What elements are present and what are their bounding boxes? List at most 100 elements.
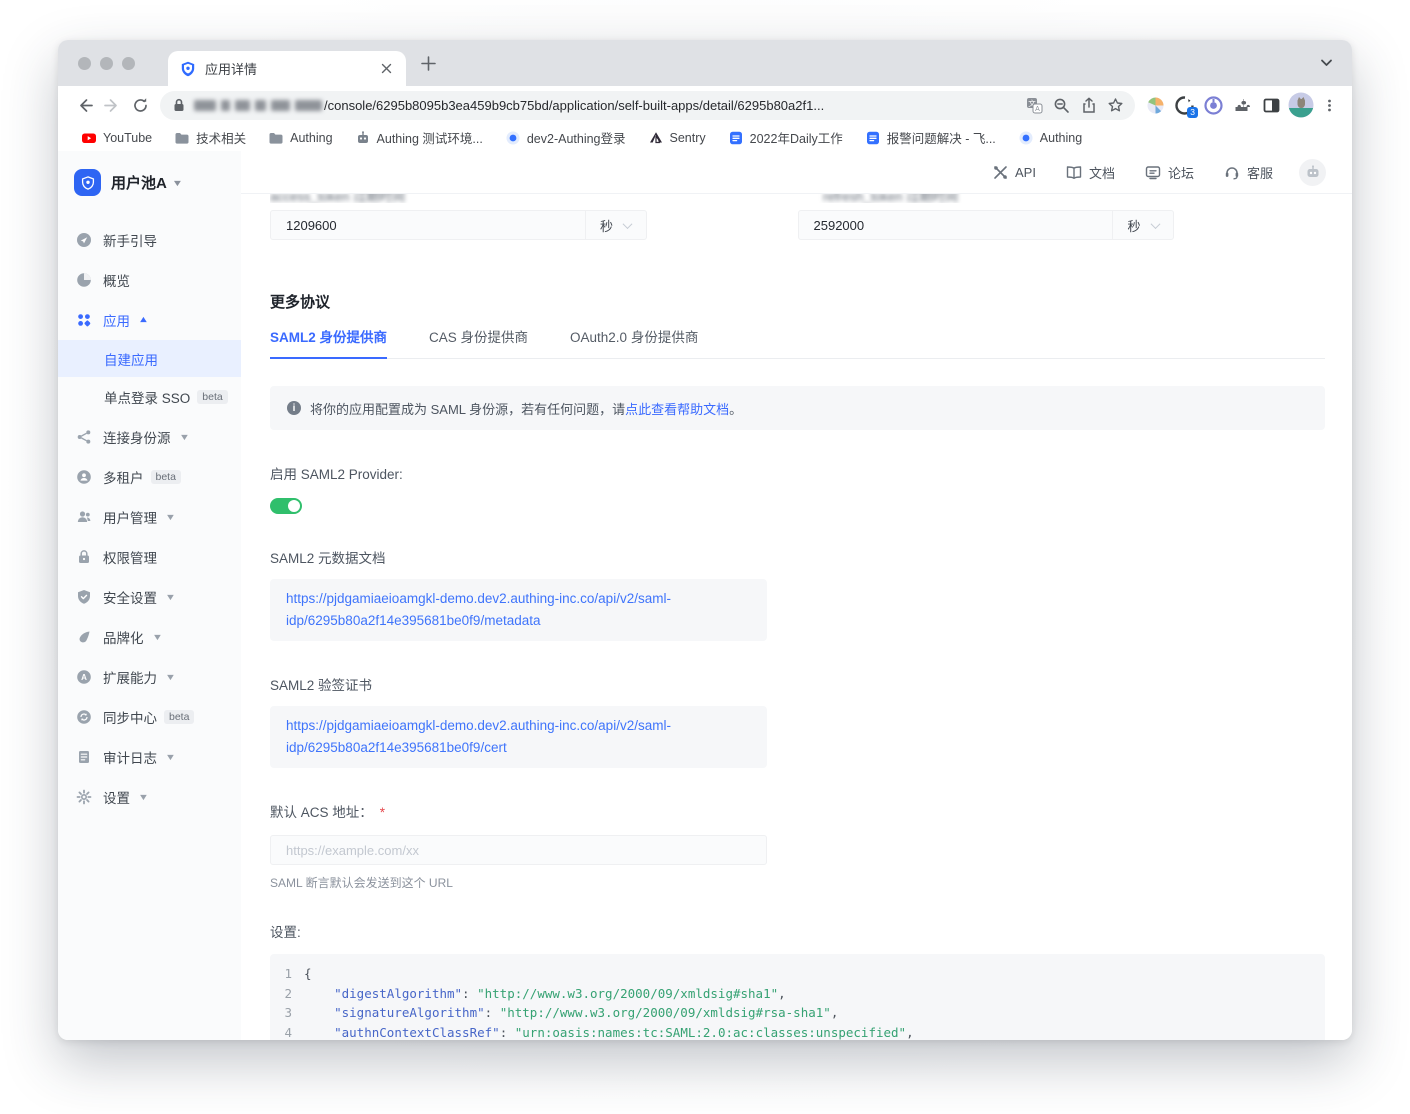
browser-tab[interactable]: 应用详情: [168, 51, 406, 86]
bookmark-item[interactable]: dev2-Authing登录: [494, 126, 637, 150]
side-panel-icon[interactable]: [1257, 91, 1286, 119]
support-icon: [1224, 165, 1240, 180]
window-zoom-button[interactable]: [122, 57, 135, 70]
bookmark-item[interactable]: Authing: [257, 126, 343, 150]
bookmark-label: Authing 测试环境...: [377, 128, 483, 147]
unit-select[interactable]: 秒: [1112, 211, 1173, 239]
sidebar-item[interactable]: 应用 ▼: [58, 300, 241, 340]
sidebar-item[interactable]: 新手引导: [58, 220, 241, 260]
bookmarks-bar: YouTube 技术相关 Authing Authing 测试环境...: [58, 124, 1352, 151]
settings-code-editor[interactable]: 1 { 2 "digestAlgorithm": "http://www.w3.…: [270, 954, 1325, 1040]
sidebar-item[interactable]: 设置 ▼: [58, 777, 241, 817]
sidebar-item-label: 新手引导: [103, 230, 157, 250]
sidebar-item[interactable]: 权限管理: [58, 537, 241, 577]
back-button[interactable]: [70, 91, 98, 119]
acs-url-input[interactable]: [270, 835, 767, 865]
cert-url-box[interactable]: https://pjdgamiaeioamgkl-demo.dev2.authi…: [270, 706, 767, 768]
window-minimize-button[interactable]: [100, 57, 113, 70]
extensions-puzzle-icon[interactable]: [1228, 91, 1257, 119]
new-tab-button[interactable]: [420, 55, 437, 72]
token-expire-input[interactable]: [271, 211, 585, 239]
required-asterisk: *: [380, 805, 385, 820]
sidebar-item[interactable]: 用户管理 ▼: [58, 497, 241, 537]
api-icon: [993, 165, 1008, 180]
token-expire-input[interactable]: [799, 211, 1113, 239]
workspace-switcher[interactable]: 用户池A ▼: [58, 169, 241, 196]
sidebar-item[interactable]: 多租户 beta: [58, 457, 241, 497]
browser-profile-avatar[interactable]: [1286, 91, 1315, 119]
forward-button[interactable]: [98, 91, 126, 119]
bookmark-item[interactable]: 技术相关: [163, 126, 257, 150]
metadata-url-box[interactable]: https://pjdgamiaeioamgkl-demo.dev2.authi…: [270, 579, 767, 641]
topbar-link[interactable]: API: [993, 163, 1036, 182]
bookmark-item[interactable]: YouTube: [70, 126, 163, 150]
help-doc-link[interactable]: 点此查看帮助文档: [625, 399, 729, 418]
enable-saml2-label: 启用 SAML2 Provider:: [270, 463, 1325, 483]
chevron-icon: ▼: [138, 315, 149, 325]
svg-text:A: A: [1035, 106, 1040, 113]
extension-compass-icon[interactable]: [1199, 91, 1228, 119]
acs-label-row: 默认 ACS 地址：*: [270, 801, 1325, 821]
protocol-tab[interactable]: OAuth2.0 身份提供商: [570, 326, 698, 358]
line-number: 3: [278, 1003, 292, 1023]
bookmark-item[interactable]: 2022年Daily工作: [717, 126, 854, 150]
sidebar-item-label: 审计日志: [103, 747, 157, 767]
url-text: /console/6295b8095b3ea459b9cb75bd/applic…: [324, 98, 824, 113]
beta-badge: beta: [197, 390, 227, 405]
sidebar-item[interactable]: 审计日志 ▼: [58, 737, 241, 777]
protocol-tab[interactable]: SAML2 身份提供商: [270, 326, 387, 358]
bluedoc-icon: [728, 130, 744, 146]
bookmark-item[interactable]: Authing: [1007, 126, 1093, 150]
protocol-tab[interactable]: CAS 身份提供商: [429, 326, 528, 358]
bookmark-label: Authing: [290, 131, 332, 145]
bookmark-item[interactable]: Authing 测试环境...: [344, 126, 494, 150]
line-number: 4: [278, 1023, 292, 1041]
sidebar-item[interactable]: 品牌化 ▼: [58, 617, 241, 657]
folder-icon: [268, 130, 284, 146]
saml2-provider-toggle[interactable]: [270, 498, 302, 514]
browser-toolbar: /console/6295b8095b3ea459b9cb75bd/applic…: [58, 86, 1352, 124]
user-avatar[interactable]: [1299, 159, 1326, 186]
sidebar-item[interactable]: 自建应用: [58, 340, 241, 377]
extension-updates-icon[interactable]: 3: [1170, 91, 1199, 119]
sidebar-item[interactable]: 连接身份源 ▼: [58, 417, 241, 457]
line-number: 2: [278, 984, 292, 1004]
bookmark-item[interactable]: Sentry: [637, 126, 717, 150]
line-number: 1: [278, 964, 292, 984]
topbar-link[interactable]: 文档: [1066, 163, 1115, 182]
sidebar-item[interactable]: 安全设置 ▼: [58, 577, 241, 617]
bookmark-star-icon[interactable]: [1102, 92, 1129, 119]
address-bar[interactable]: /console/6295b8095b3ea459b9cb75bd/applic…: [160, 91, 1135, 120]
sidebar-item[interactable]: A 扩展能力 ▼: [58, 657, 241, 697]
topbar-link[interactable]: 论坛: [1145, 163, 1194, 182]
sidebar-item-label: 多租户: [103, 467, 144, 487]
info-alert: i 将你的应用配置成为 SAML 身份源，若有任何问题，请 点此查看帮助文档。: [270, 386, 1325, 430]
svg-text:A: A: [81, 673, 87, 682]
access-token-expire-label: access_token 过期时间: [270, 194, 823, 195]
window-close-button[interactable]: [78, 57, 91, 70]
tab-close-icon[interactable]: [377, 59, 396, 78]
translate-icon[interactable]: 文A: [1021, 92, 1048, 119]
unit-select[interactable]: 秒: [585, 211, 646, 239]
address-bar-actions: 文A: [1021, 92, 1129, 119]
sidebar-item-label: 概览: [103, 270, 130, 290]
share-icon[interactable]: [1075, 92, 1102, 119]
zoom-out-icon[interactable]: [1048, 92, 1075, 119]
alert-text: 将你的应用配置成为 SAML 身份源，若有任何问题，请: [310, 399, 625, 418]
extension-colorwheel-icon[interactable]: [1141, 91, 1170, 119]
bookmark-item[interactable]: 报警问题解决 - 飞...: [854, 126, 1007, 150]
bookmark-label: 报警问题解决 - 飞...: [887, 128, 996, 147]
topbar-link-label: 文档: [1089, 163, 1115, 182]
authing-console: 用户池A ▼ 新手引导 概览: [58, 151, 1352, 1040]
sidebar-item[interactable]: 同步中心 beta: [58, 697, 241, 737]
sidebar-item[interactable]: 单点登录 SSO beta: [58, 377, 241, 417]
sidebar-item-label: 单点登录 SSO: [104, 387, 190, 407]
sidebar: 用户池A ▼ 新手引导 概览: [58, 151, 241, 1040]
sidebar-item[interactable]: 概览: [58, 260, 241, 300]
extend-icon: A: [76, 669, 92, 685]
topbar-link[interactable]: 客服: [1224, 163, 1273, 182]
browser-menu-kebab-icon[interactable]: [1315, 91, 1344, 119]
browser-window: 应用详情 /console/6295b8095b3ea459b9cb75bd/a…: [58, 40, 1352, 1040]
reload-button[interactable]: [126, 91, 154, 119]
tab-search-chevron-icon[interactable]: [1319, 55, 1334, 70]
